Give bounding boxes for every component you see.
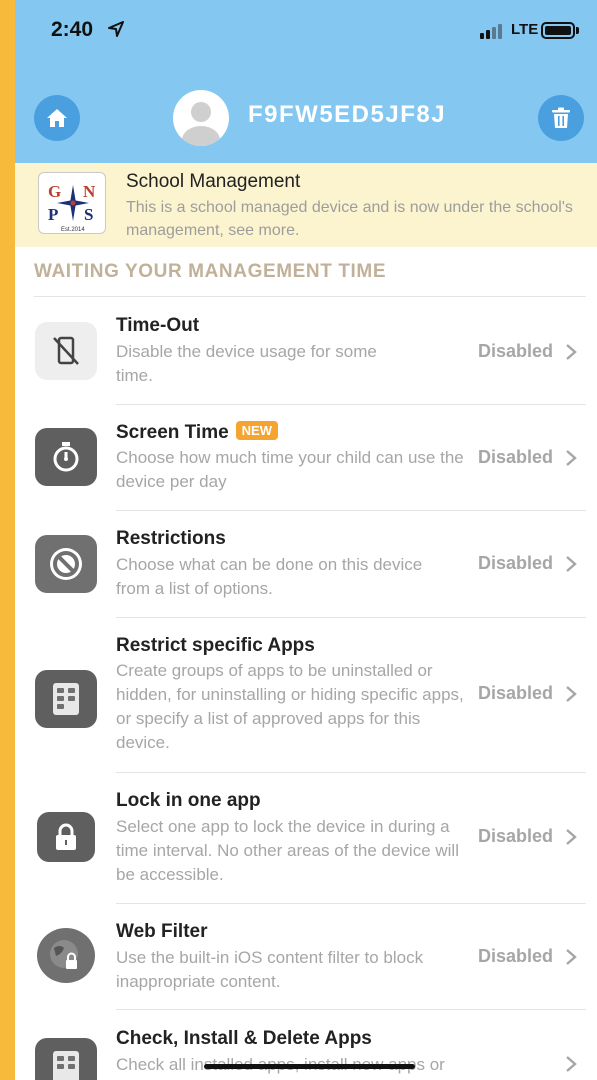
app-grid-icon xyxy=(35,670,97,728)
home-button[interactable] xyxy=(34,95,80,141)
header: 2:40 LTE F9FW5ED5JF8J xyxy=(15,0,597,163)
web-filter-status[interactable]: Disabled xyxy=(478,946,553,967)
battery-icon xyxy=(541,22,575,39)
divider xyxy=(116,617,586,618)
chevron-right-icon[interactable] xyxy=(565,948,577,966)
screen-time-label: Screen Time xyxy=(116,422,229,443)
chevron-right-icon[interactable] xyxy=(565,555,577,573)
lock-app-title[interactable]: Lock in one app xyxy=(116,790,261,812)
restrictions-status[interactable]: Disabled xyxy=(478,553,553,574)
svg-text:N: N xyxy=(83,182,96,201)
trash-icon xyxy=(552,107,570,128)
restrict-apps-description: Create groups of apps to be uninstalled … xyxy=(116,661,464,752)
divider xyxy=(116,1009,586,1010)
divider xyxy=(116,510,586,511)
person-icon xyxy=(182,102,220,146)
no-phone-icon xyxy=(35,322,97,380)
status-time: 2:40 xyxy=(51,18,94,41)
globe-lock-icon xyxy=(37,928,95,983)
chevron-right-icon[interactable] xyxy=(565,449,577,467)
web-filter-description: Use the built-in iOS content filter to b… xyxy=(116,948,424,991)
stopwatch-icon xyxy=(35,428,97,486)
restrictions-title[interactable]: Restrictions xyxy=(116,528,226,550)
svg-text:G: G xyxy=(48,182,61,201)
timeout-description: Disable the device usage for some time. xyxy=(116,342,377,385)
banner-description: This is a school managed device and is n… xyxy=(126,199,573,239)
screen: 2:40 LTE F9FW5ED5JF8J G N P S Est.2014 S… xyxy=(15,0,597,1080)
chevron-right-icon[interactable] xyxy=(565,685,577,703)
timeout-title[interactable]: Time-Out xyxy=(116,315,199,337)
chevron-right-icon[interactable] xyxy=(565,828,577,846)
check-apps-title[interactable]: Check, Install & Delete Apps xyxy=(116,1028,372,1050)
network-label: LTE xyxy=(511,21,539,38)
svg-text:S: S xyxy=(84,205,93,224)
svg-text:P: P xyxy=(48,205,58,224)
new-badge: NEW xyxy=(235,421,278,440)
screen-time-description: Choose how much time your child can use … xyxy=(116,448,464,491)
restrict-apps-status[interactable]: Disabled xyxy=(478,683,553,704)
delete-device-button[interactable] xyxy=(538,95,584,141)
web-filter-title[interactable]: Web Filter xyxy=(116,921,208,943)
device-id: F9FW5ED5JF8J xyxy=(248,101,447,128)
location-arrow-icon xyxy=(108,21,124,37)
home-indicator[interactable] xyxy=(204,1064,415,1069)
home-icon xyxy=(47,109,67,127)
avatar[interactable] xyxy=(173,90,229,146)
restrictions-description: Choose what can be done on this device f… xyxy=(116,555,423,598)
screen-time-title[interactable]: Screen Time NEW xyxy=(116,421,278,444)
signal-icon xyxy=(480,24,502,39)
restrict-apps-title[interactable]: Restrict specific Apps xyxy=(116,635,315,657)
prohibited-icon xyxy=(35,535,97,593)
divider xyxy=(116,903,586,904)
chevron-right-icon[interactable] xyxy=(565,343,577,361)
lock-app-description: Select one app to lock the device in dur… xyxy=(116,817,459,884)
lock-icon xyxy=(37,812,95,862)
app-grid-icon xyxy=(35,1038,97,1080)
timeout-status[interactable]: Disabled xyxy=(478,341,553,362)
section-title: WAITING YOUR MANAGEMENT TIME xyxy=(34,261,387,282)
divider xyxy=(34,296,586,297)
chevron-right-icon[interactable] xyxy=(565,1055,577,1073)
banner-title: School Management xyxy=(126,171,301,192)
screen-time-status[interactable]: Disabled xyxy=(478,447,553,468)
lock-app-status[interactable]: Disabled xyxy=(478,826,553,847)
school-logo: G N P S Est.2014 xyxy=(38,172,106,234)
divider xyxy=(116,772,586,773)
divider xyxy=(116,404,586,405)
svg-text:Est.2014: Est.2014 xyxy=(61,227,85,233)
battery-tip xyxy=(576,27,579,34)
